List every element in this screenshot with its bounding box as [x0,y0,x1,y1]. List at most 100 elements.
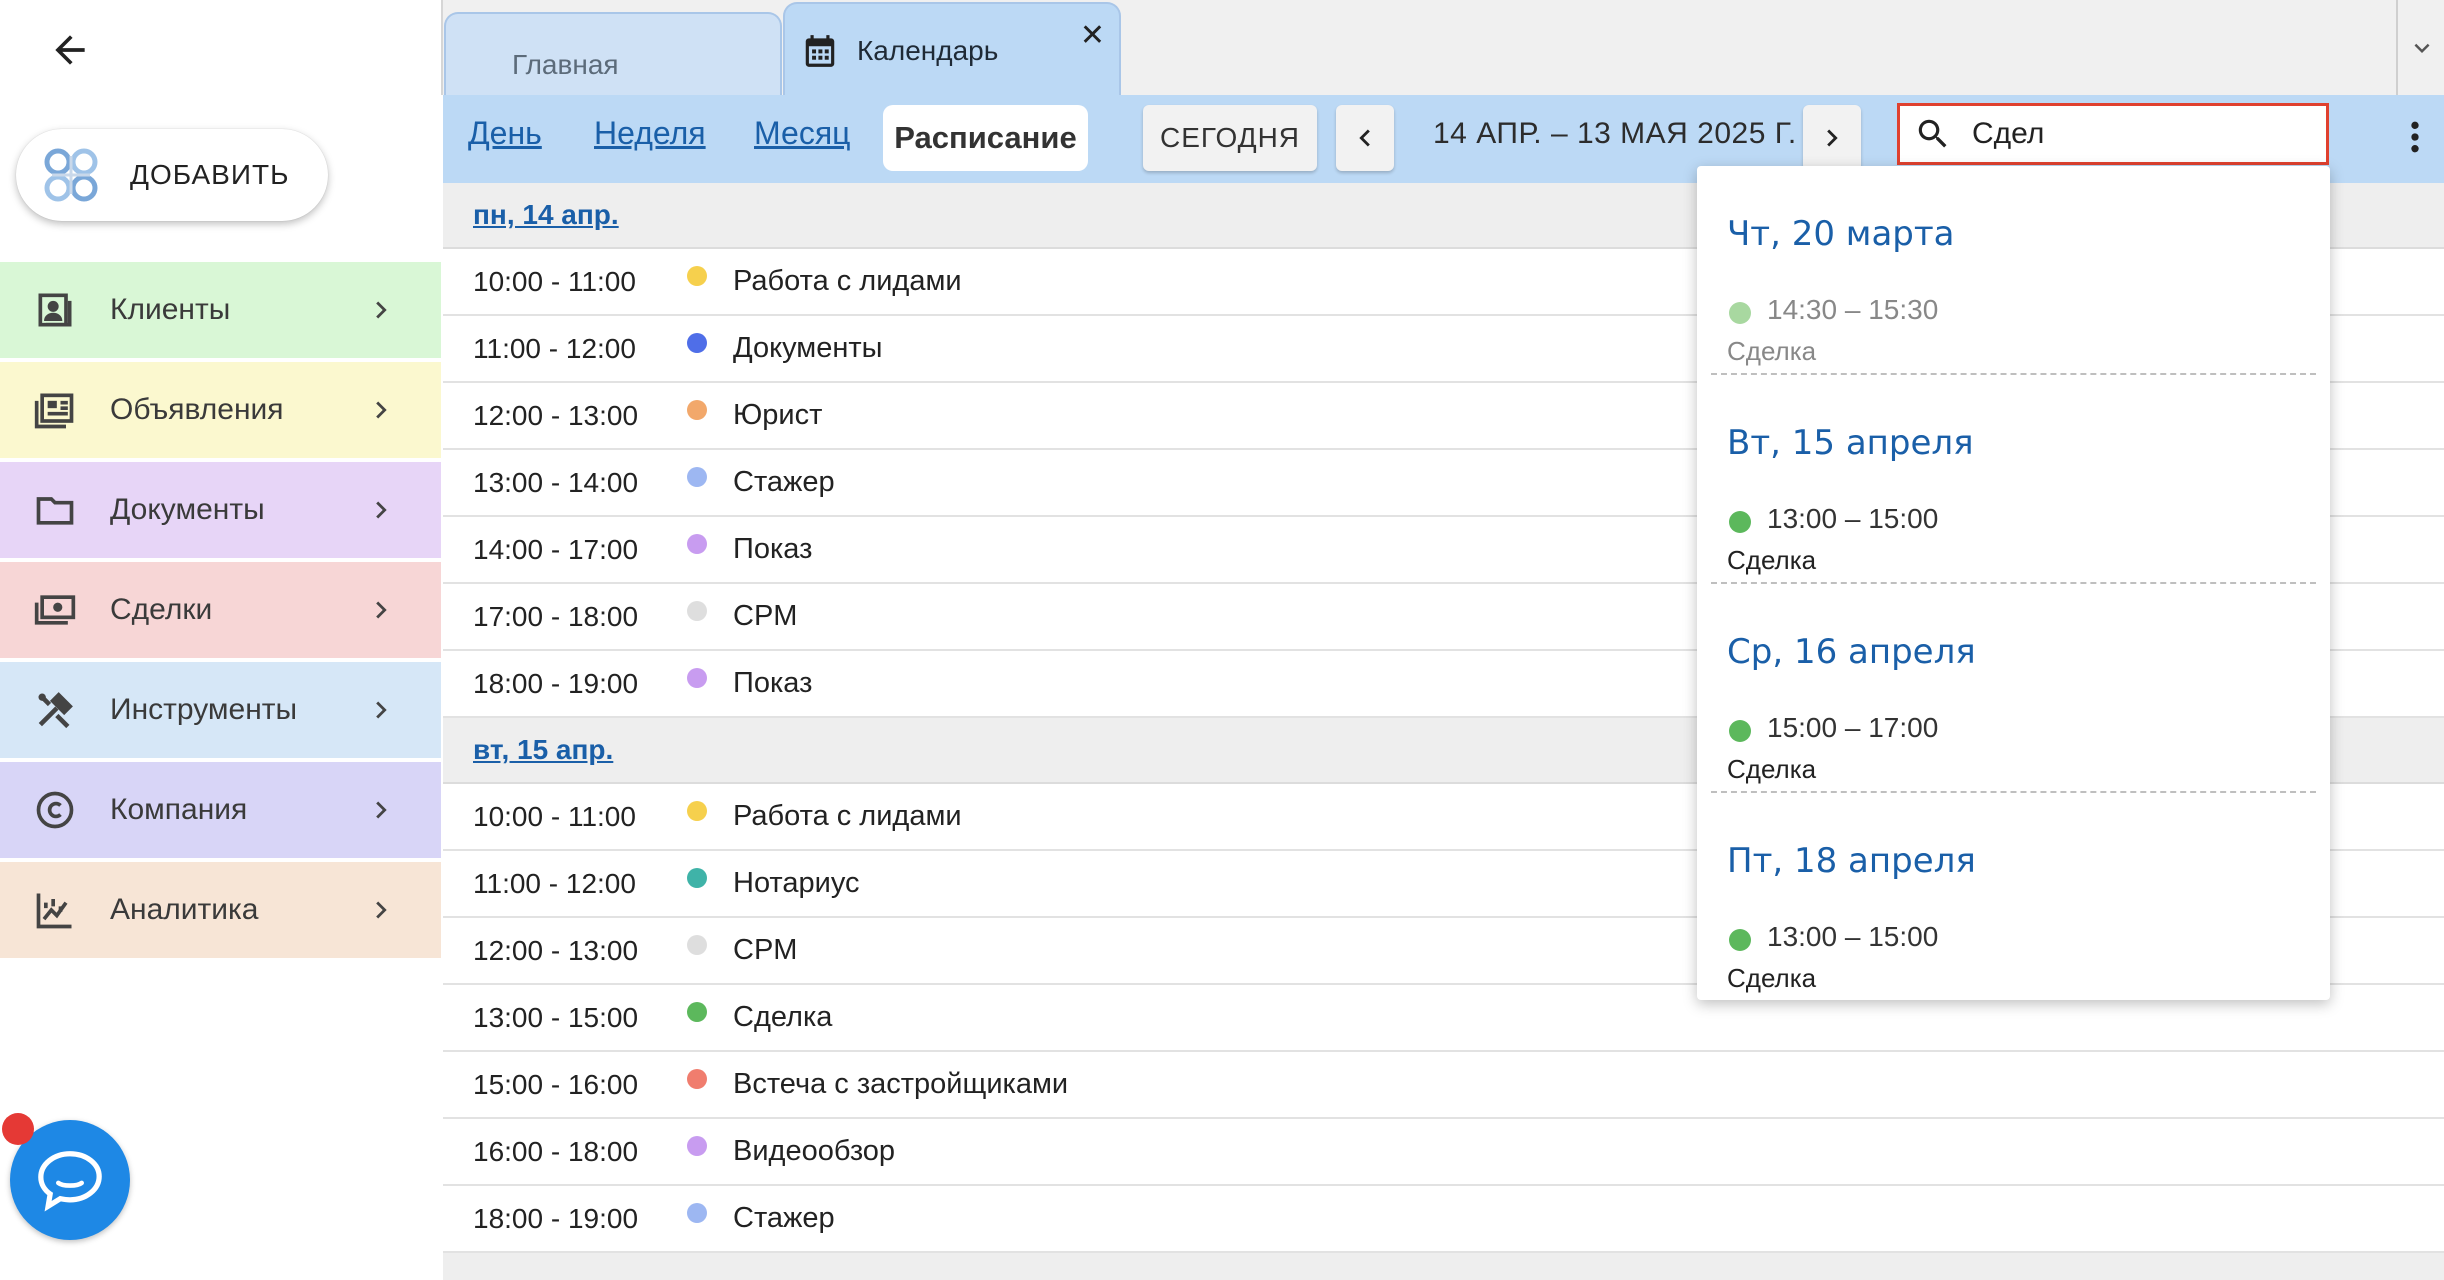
chevron-left-icon [1359,129,1370,147]
result-title: Сделка [1727,754,1817,784]
more-options-button[interactable] [2390,107,2440,167]
chevron-right-icon [361,690,401,730]
result-date: Ср, 16 апреля [1727,632,1976,672]
event-time: 14:00 - 17:00 [473,533,639,565]
next-period-button[interactable] [1803,105,1861,171]
back-arrow-icon[interactable] [40,20,100,80]
view-month-link[interactable]: Месяц [754,115,850,152]
money-icon [32,587,78,633]
sidebar-item-label: Сделки [110,593,213,626]
event-color-dot [687,667,707,688]
sidebar-item-documents[interactable]: Документы [0,462,441,558]
close-icon[interactable]: ✕ [1080,18,1105,53]
chevron-right-icon [361,490,401,530]
add-button[interactable]: ДОБАВИТЬ [16,129,328,221]
event-color-dot [687,466,707,487]
view-week-link[interactable]: Неделя [594,115,706,152]
sidebar-item-analytics[interactable]: Аналитика [0,862,441,958]
result-title: Сделка [1727,545,1817,575]
event-color-dot [687,1135,707,1156]
event-title: Видеообзор [733,1135,896,1167]
sidebar-item-deals[interactable]: Сделки [0,562,441,658]
event-title: Работа с лидами [733,265,962,297]
sidebar-item-company[interactable]: Компания [0,762,441,858]
result-date: Чт, 20 марта [1727,214,1955,254]
event-row[interactable]: 15:00 - 16:00 Встеча с застройщиками [443,1052,2444,1119]
event-row[interactable]: 16:00 - 18:00 Видеообзор [443,1119,2444,1186]
day-header-link[interactable]: пн, 14 апр. [473,199,619,231]
tab-home[interactable]: Главная [444,12,782,97]
result-color-dot [1729,511,1751,533]
event-time: 10:00 - 11:00 [473,265,636,297]
more-vert-icon [2411,121,2419,153]
event-time: 11:00 - 12:00 [473,867,636,899]
event-title: Документы [733,332,883,364]
app-logo-icon [44,148,98,202]
event-color-dot [687,399,707,420]
event-title: Встеча с застройщиками [733,1068,1069,1100]
search-result-item[interactable]: Ср, 16 апреля 15:00 – 17:00 Сделка [1697,584,2330,793]
tabs-dropdown-button[interactable] [2396,0,2444,95]
event-title: CPM [733,934,798,966]
search-results-dropdown: Чт, 20 марта 14:30 – 15:30 Сделка Вт, 15 ап… [1697,166,2330,1000]
day-header [443,1253,2444,1280]
event-color-dot [687,800,707,821]
event-title: Стажер [733,1202,835,1234]
event-time: 11:00 - 12:00 [473,332,636,364]
event-color-dot [687,600,707,621]
tools-icon [32,687,78,733]
sidebar-item-tools[interactable]: Инструменты [0,662,441,758]
chevron-right-icon [361,790,401,830]
view-day-link[interactable]: День [468,115,542,152]
event-time: 13:00 - 15:00 [473,1001,639,1033]
event-title: Показ [733,667,813,699]
copyright-icon [32,787,78,833]
tab-home-label: Главная [512,48,619,80]
event-time: 18:00 - 19:00 [473,667,639,699]
event-title: Показ [733,533,813,565]
sidebar-item-clients[interactable]: Клиенты [0,262,441,358]
event-time: 16:00 - 18:00 [473,1135,639,1167]
result-date: Вт, 15 апреля [1727,423,1974,463]
date-range-label: 14 АПР. – 13 МАЯ 2025 Г. [1433,117,1797,150]
event-time: 17:00 - 18:00 [473,600,639,632]
event-title: Сделка [733,1001,833,1033]
search-input[interactable] [1970,116,2314,152]
sidebar: ДОБАВИТЬ Клиенты Объявления Документы Сделк… [0,0,441,1280]
event-time: 10:00 - 11:00 [473,800,636,832]
event-time: 13:00 - 14:00 [473,466,639,498]
search-result-item[interactable]: Пт, 18 апреля 13:00 – 15:00 Сделка [1697,793,2330,1000]
event-time: 15:00 - 16:00 [473,1068,639,1100]
event-title: CPM [733,600,798,632]
today-button[interactable]: СЕГОДНЯ [1143,105,1317,171]
event-row[interactable]: 18:00 - 19:00 Стажер [443,1186,2444,1253]
listings-icon [32,387,78,433]
result-time: 14:30 – 15:30 [1767,294,1939,325]
result-color-dot [1729,720,1751,742]
chevron-right-icon [361,390,401,430]
chevron-right-icon [361,290,401,330]
calendar-icon [805,34,835,67]
event-color-dot [687,533,707,554]
search-result-item[interactable]: Чт, 20 марта 14:30 – 15:30 Сделка [1697,166,2330,375]
chevron-down-icon [2414,43,2430,53]
tab-calendar[interactable]: Календарь ✕ [783,2,1121,97]
tab-calendar-label: Календарь [857,34,999,66]
result-title: Сделка [1727,963,1817,993]
search-result-item[interactable]: Вт, 15 апреля 13:00 – 15:00 Сделка [1697,375,2330,584]
add-button-label: ДОБАВИТЬ [130,159,290,190]
search-box[interactable] [1897,103,2329,165]
chevron-right-icon [1827,129,1838,147]
chevron-right-icon [361,890,401,930]
result-date: Пт, 18 апреля [1727,841,1976,881]
sidebar-item-label: Инструменты [110,693,298,726]
prev-period-button[interactable] [1336,105,1394,171]
event-title: Нотариус [733,867,860,899]
analytics-icon [32,887,78,933]
event-time: 12:00 - 13:00 [473,399,639,431]
view-schedule-button[interactable]: Расписание [883,105,1088,171]
event-color-dot [687,1068,707,1089]
day-header-link[interactable]: вт, 15 апр. [473,734,613,766]
sidebar-item-listings[interactable]: Объявления [0,362,441,458]
result-color-dot [1729,929,1751,951]
